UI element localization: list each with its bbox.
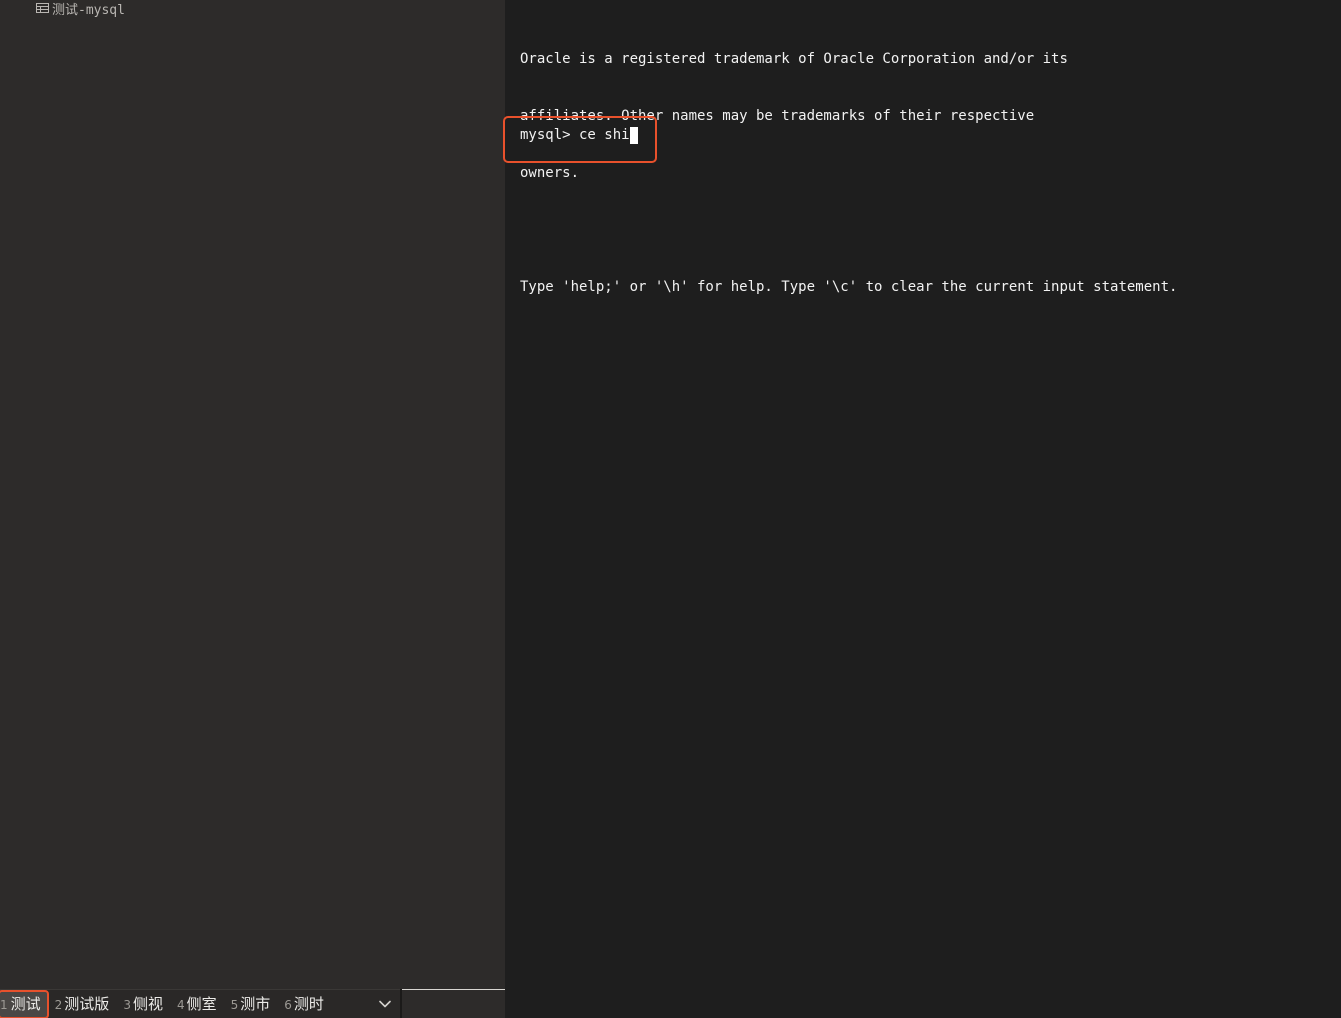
terminal-input-text[interactable]: ce shi	[571, 126, 630, 145]
chevron-down-icon[interactable]	[378, 997, 392, 1011]
candidate-word: 侧视	[132, 994, 163, 1013]
candidate-word: 测时	[293, 994, 324, 1013]
ime-candidate-4[interactable]: 4 侧室	[177, 990, 217, 1018]
tree-item-connection[interactable]: 测试-mysql	[36, 0, 125, 18]
candidate-number: 3	[123, 997, 131, 1012]
candidate-number: 4	[176, 997, 185, 1012]
terminal-line: Type 'help;' or '\h' for help. Type '\c'…	[520, 279, 1178, 295]
terminal[interactable]: Oracle is a registered trademark of Orac…	[503, 0, 1341, 1018]
terminal-output: Oracle is a registered trademark of Orac…	[520, 12, 1177, 335]
candidate-word: 测试	[10, 994, 41, 1013]
ime-candidate-6[interactable]: 6 测时	[284, 990, 324, 1018]
terminal-line: Oracle is a registered trademark of Orac…	[520, 51, 1068, 67]
ime-candidate-2[interactable]: 2 测试版	[55, 990, 110, 1018]
tree-item-label: 测试-mysql	[52, 2, 125, 18]
candidate-number: 1	[0, 997, 8, 1012]
ime-bar-edge	[402, 989, 505, 1018]
ime-candidate-1[interactable]: 1 测试	[0, 989, 49, 1018]
candidate-word: 测市	[240, 994, 271, 1013]
candidate-word: 测试版	[64, 994, 110, 1013]
candidate-number: 2	[54, 997, 63, 1012]
database-table-icon	[36, 3, 49, 13]
sidebar: 测试-mysql	[0, 0, 505, 1018]
ime-candidate-5[interactable]: 5 测市	[231, 990, 271, 1018]
candidate-number: 6	[284, 997, 292, 1012]
terminal-prompt-line[interactable]: mysql> ce shi	[520, 126, 638, 145]
app-window: 测试-mysql 1 测试 2 测试版 3 侧视 4 侧室 5 测市 6 测时	[0, 0, 1341, 1018]
terminal-line: owners.	[520, 165, 580, 181]
text-cursor	[629, 127, 638, 144]
ime-candidate-3[interactable]: 3 侧视	[123, 990, 163, 1018]
candidate-word: 侧室	[186, 994, 217, 1013]
ime-candidate-bar: 1 测试 2 测试版 3 侧视 4 侧室 5 测市 6 测时	[0, 989, 402, 1018]
mysql-prompt: mysql>	[520, 127, 571, 143]
candidate-number: 5	[230, 997, 239, 1012]
